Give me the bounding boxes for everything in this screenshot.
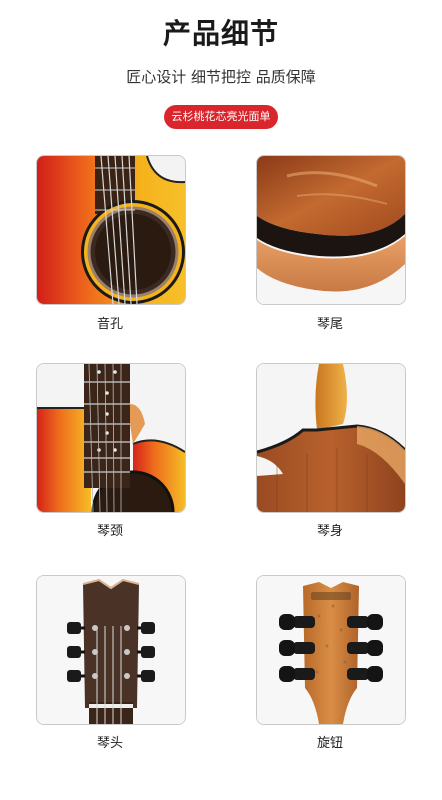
detail-caption: 琴尾 bbox=[316, 317, 343, 332]
product-details-page: 产品细节 匠心设计 细节把控 品质保障 云杉桃花芯亮光面单 音孔 琴尾 琴颈 琴… bbox=[0, 0, 442, 800]
detail-caption: 琴身 bbox=[316, 524, 343, 539]
guitar-tail-photo bbox=[257, 156, 405, 304]
detail-card-body bbox=[256, 363, 406, 513]
tuning-pegs-photo bbox=[257, 576, 405, 724]
detail-card-sound-hole bbox=[36, 155, 186, 305]
detail-caption: 琴头 bbox=[96, 736, 123, 751]
detail-caption: 旋钮 bbox=[316, 736, 343, 751]
guitar-neck-photo bbox=[37, 364, 185, 512]
detail-card-headstock bbox=[36, 575, 186, 725]
detail-card-tuning-pegs bbox=[256, 575, 406, 725]
page-subtitle: 匠心设计 细节把控 品质保障 bbox=[126, 68, 316, 86]
material-badge: 云杉桃花芯亮光面单 bbox=[164, 105, 278, 129]
detail-caption: 音孔 bbox=[96, 317, 123, 332]
detail-caption: 琴颈 bbox=[96, 524, 123, 539]
headstock-front-photo bbox=[37, 576, 185, 724]
detail-card-tail bbox=[256, 155, 406, 305]
detail-card-neck bbox=[36, 363, 186, 513]
sound-hole-photo bbox=[37, 156, 185, 304]
page-title: 产品细节 bbox=[162, 17, 279, 50]
guitar-body-photo bbox=[257, 364, 405, 512]
